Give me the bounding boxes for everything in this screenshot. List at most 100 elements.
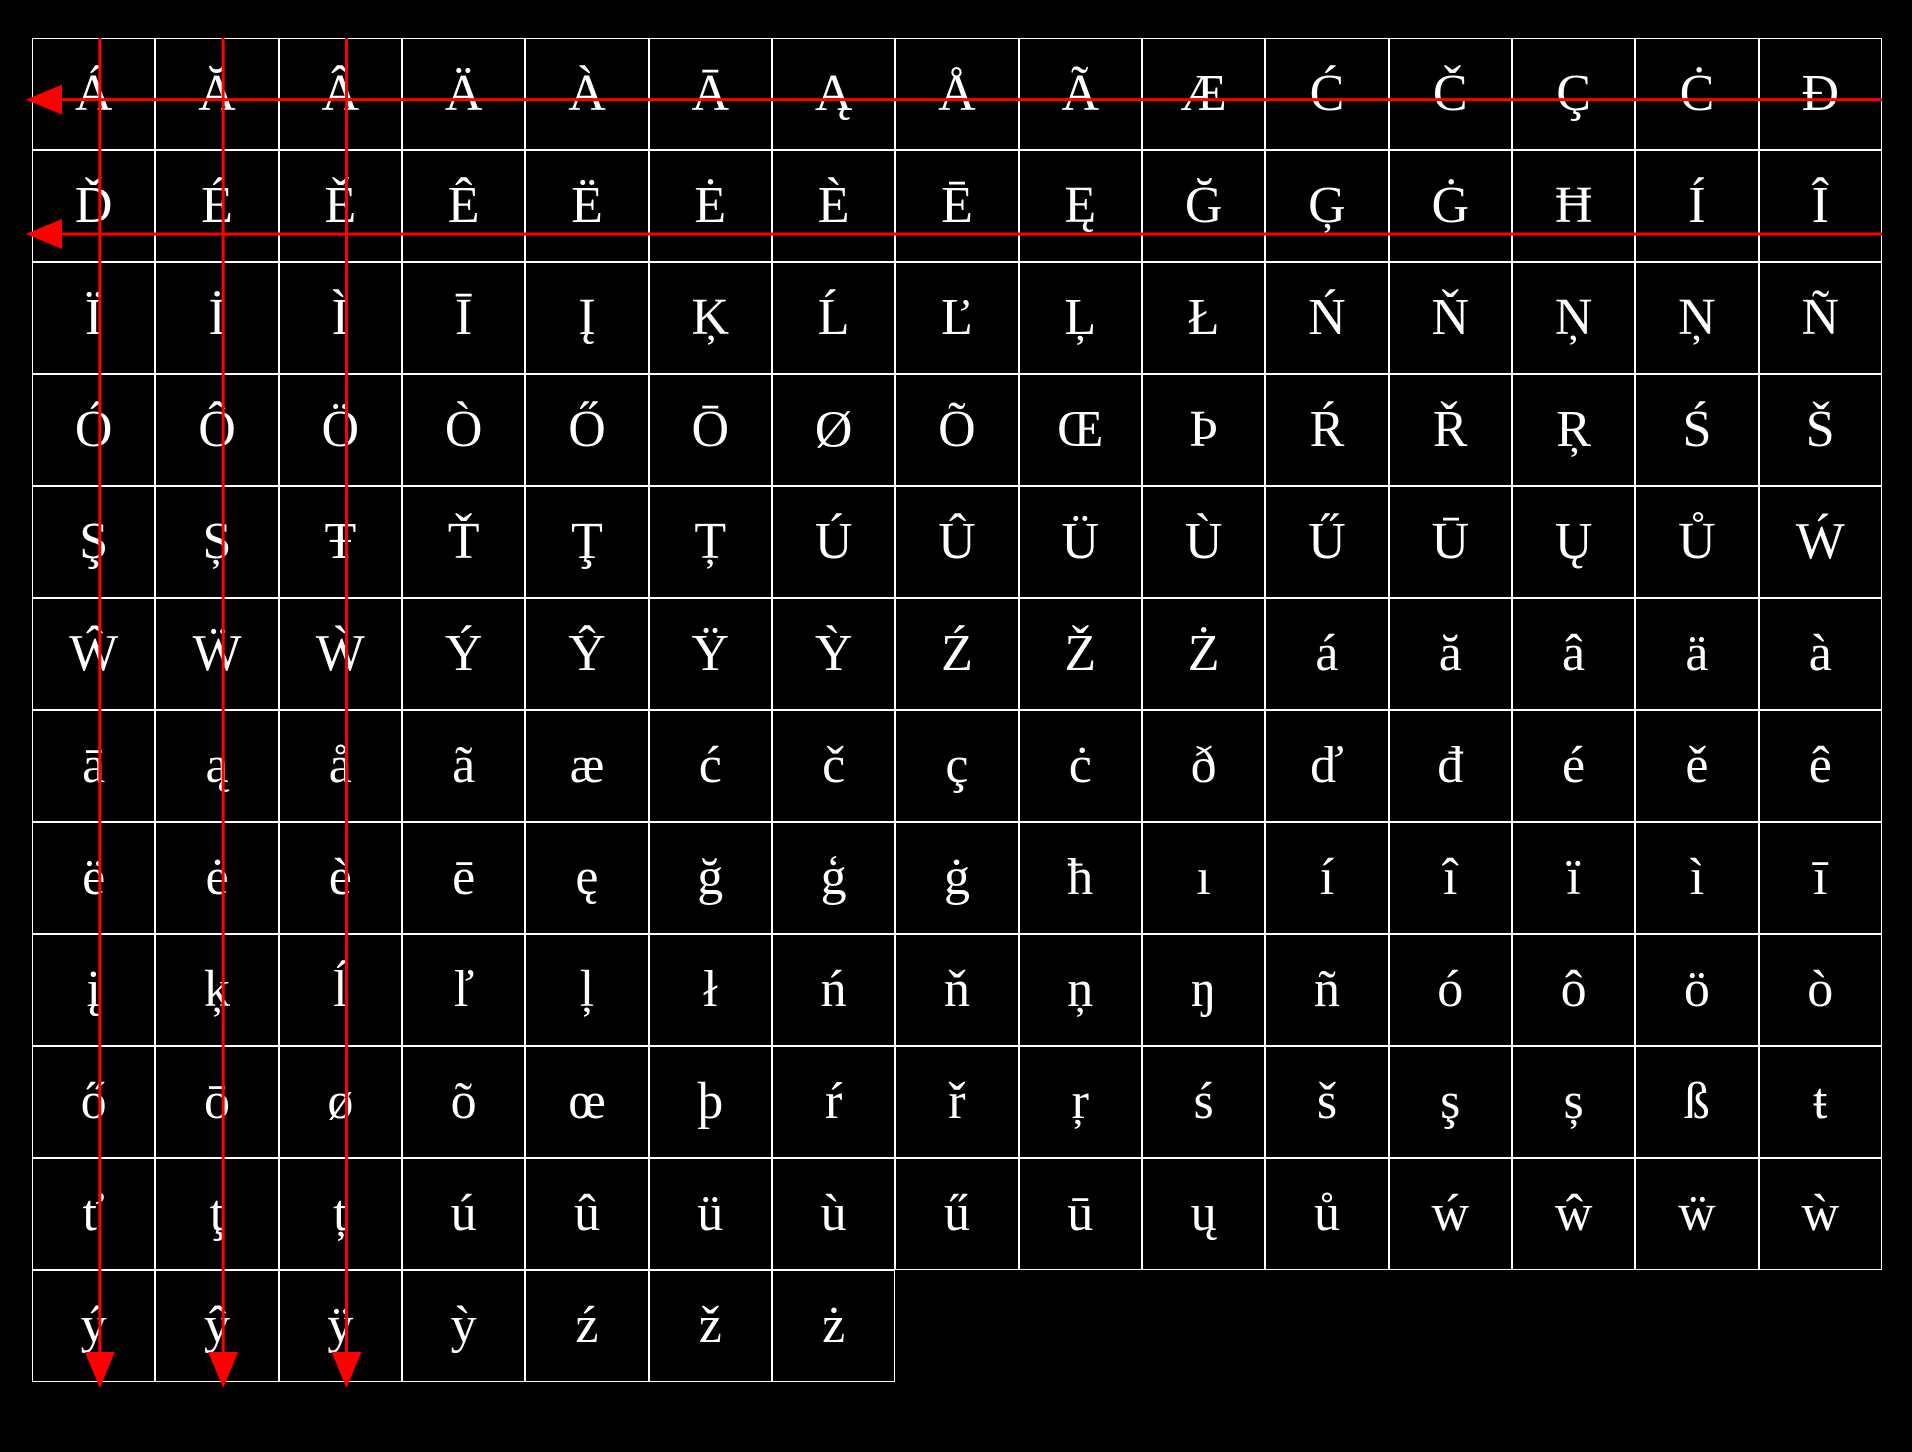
glyph-cell: ł [649, 934, 772, 1046]
glyph-cell: ś [1142, 1046, 1265, 1158]
glyph-cell: Ī [402, 262, 525, 374]
glyph-cell: Û [895, 486, 1018, 598]
glyph-cell: Ň [1389, 262, 1512, 374]
glyph-cell: Ẃ [1759, 486, 1882, 598]
glyph-cell: Ę [1019, 150, 1142, 262]
glyph-cell: Ý [402, 598, 525, 710]
glyph-cell: ț [279, 1158, 402, 1270]
glyph-cell: Œ [1019, 374, 1142, 486]
glyph-cell: ï [1512, 822, 1635, 934]
glyph-cell: ĺ [279, 934, 402, 1046]
glyph-cell: Ü [1019, 486, 1142, 598]
glyph-cell: š [1265, 1046, 1388, 1158]
glyph-cell: Ł [1142, 262, 1265, 374]
glyph-cell: í [1265, 822, 1388, 934]
glyph-cell: î [1389, 822, 1512, 934]
glyph-cell: Ï [32, 262, 155, 374]
glyph-cell: Þ [1142, 374, 1265, 486]
glyph-cell: õ [402, 1046, 525, 1158]
glyph-cell: œ [525, 1046, 648, 1158]
glyph-cell: Ă [155, 38, 278, 150]
glyph-cell: ġ [895, 822, 1018, 934]
glyph-cell: Ē [895, 150, 1018, 262]
glyph-cell: ď [1265, 710, 1388, 822]
glyph-cell: ă [1389, 598, 1512, 710]
glyph-cell: ę [525, 822, 648, 934]
glyph-cell: Ğ [1142, 150, 1265, 262]
glyph-cell: ô [1512, 934, 1635, 1046]
glyph-cell: Ű [1265, 486, 1388, 598]
glyph-cell: Ë [525, 150, 648, 262]
glyph-cell: ć [649, 710, 772, 822]
glyph-cell: ļ [525, 934, 648, 1046]
glyph-cell: ţ [155, 1158, 278, 1270]
glyph-cell: Ã [1019, 38, 1142, 150]
glyph-cell: ø [279, 1046, 402, 1158]
glyph-cell: ő [32, 1046, 155, 1158]
glyph-cell: â [1512, 598, 1635, 710]
glyph-cell: È [772, 150, 895, 262]
glyph-cell: Ò [402, 374, 525, 486]
glyph-cell: Ä [402, 38, 525, 150]
glyph-cell: ẃ [1389, 1158, 1512, 1270]
glyph-cell: Ś [1635, 374, 1758, 486]
glyph-cell: ä [1635, 598, 1758, 710]
glyph-cell: Ẅ [155, 598, 278, 710]
glyph-cell: ē [402, 822, 525, 934]
glyph-cell: ẁ [1759, 1158, 1882, 1270]
glyph-cell: Å [895, 38, 1018, 150]
glyph-cell: ģ [772, 822, 895, 934]
glyph-cell: Ō [649, 374, 772, 486]
glyph-cell: å [279, 710, 402, 822]
glyph-cell: Á [32, 38, 155, 150]
glyph-cell: ü [649, 1158, 772, 1270]
glyph-cell: Ř [1389, 374, 1512, 486]
glyph-cell: Ż [1142, 598, 1265, 710]
glyph-cell: ù [772, 1158, 895, 1270]
glyph-cell: ų [1142, 1158, 1265, 1270]
glyph-cell: Ĺ [772, 262, 895, 374]
glyph-cell: Ļ [1019, 262, 1142, 374]
glyph-cell: Ó [32, 374, 155, 486]
glyph-cell: ń [772, 934, 895, 1046]
glyph-cell: ş [1389, 1046, 1512, 1158]
glyph-cell: Ø [772, 374, 895, 486]
glyph-cell: ċ [1019, 710, 1142, 822]
glyph-cell: ħ [1019, 822, 1142, 934]
glyph-cell: ỳ [402, 1270, 525, 1382]
glyph-cell: ž [649, 1270, 772, 1382]
glyph-cell: Ą [772, 38, 895, 150]
glyph-cell: À [525, 38, 648, 150]
glyph-cell: Ŕ [1265, 374, 1388, 486]
glyph-cell: ė [155, 822, 278, 934]
glyph-cell: Ź [895, 598, 1018, 710]
glyph-cell: Ẁ [279, 598, 402, 710]
glyph-cell: æ [525, 710, 648, 822]
glyph-cell: Ņ [1635, 262, 1758, 374]
glyph-cell: Ć [1265, 38, 1388, 150]
glyph-cell: ą [155, 710, 278, 822]
glyph-cell: Ā [649, 38, 772, 150]
glyph-cell: ș [1512, 1046, 1635, 1158]
glyph-cell: Ħ [1512, 150, 1635, 262]
glyph-cell: Š [1759, 374, 1882, 486]
glyph-cell: Ö [279, 374, 402, 486]
glyph-cell: Ç [1512, 38, 1635, 150]
glyph-cell: Â [279, 38, 402, 150]
glyph-cell: Æ [1142, 38, 1265, 150]
glyph-cell: Ċ [1635, 38, 1758, 150]
glyph-cell: Ť [402, 486, 525, 598]
glyph-cell: ň [895, 934, 1018, 1046]
glyph-cell: û [525, 1158, 648, 1270]
glyph-cell: ò [1759, 934, 1882, 1046]
glyph-cell: ë [32, 822, 155, 934]
glyph-cell: Ů [1635, 486, 1758, 598]
glyph-cell: Ķ [649, 262, 772, 374]
glyph-cell: Ņ [1512, 262, 1635, 374]
glyph-cell: č [772, 710, 895, 822]
glyph-cell: ŕ [772, 1046, 895, 1158]
glyph-cell: ż [772, 1270, 895, 1382]
glyph-cell: ẅ [1635, 1158, 1758, 1270]
canvas: ÁĂÂÄÀĀĄÅÃÆĆČÇĊÐĎÉĚÊËĖÈĒĘĞĢĠĦÍÎÏİÌĪĮĶĹĽĻŁ… [0, 0, 1912, 1452]
glyph-cell: Ŵ [32, 598, 155, 710]
